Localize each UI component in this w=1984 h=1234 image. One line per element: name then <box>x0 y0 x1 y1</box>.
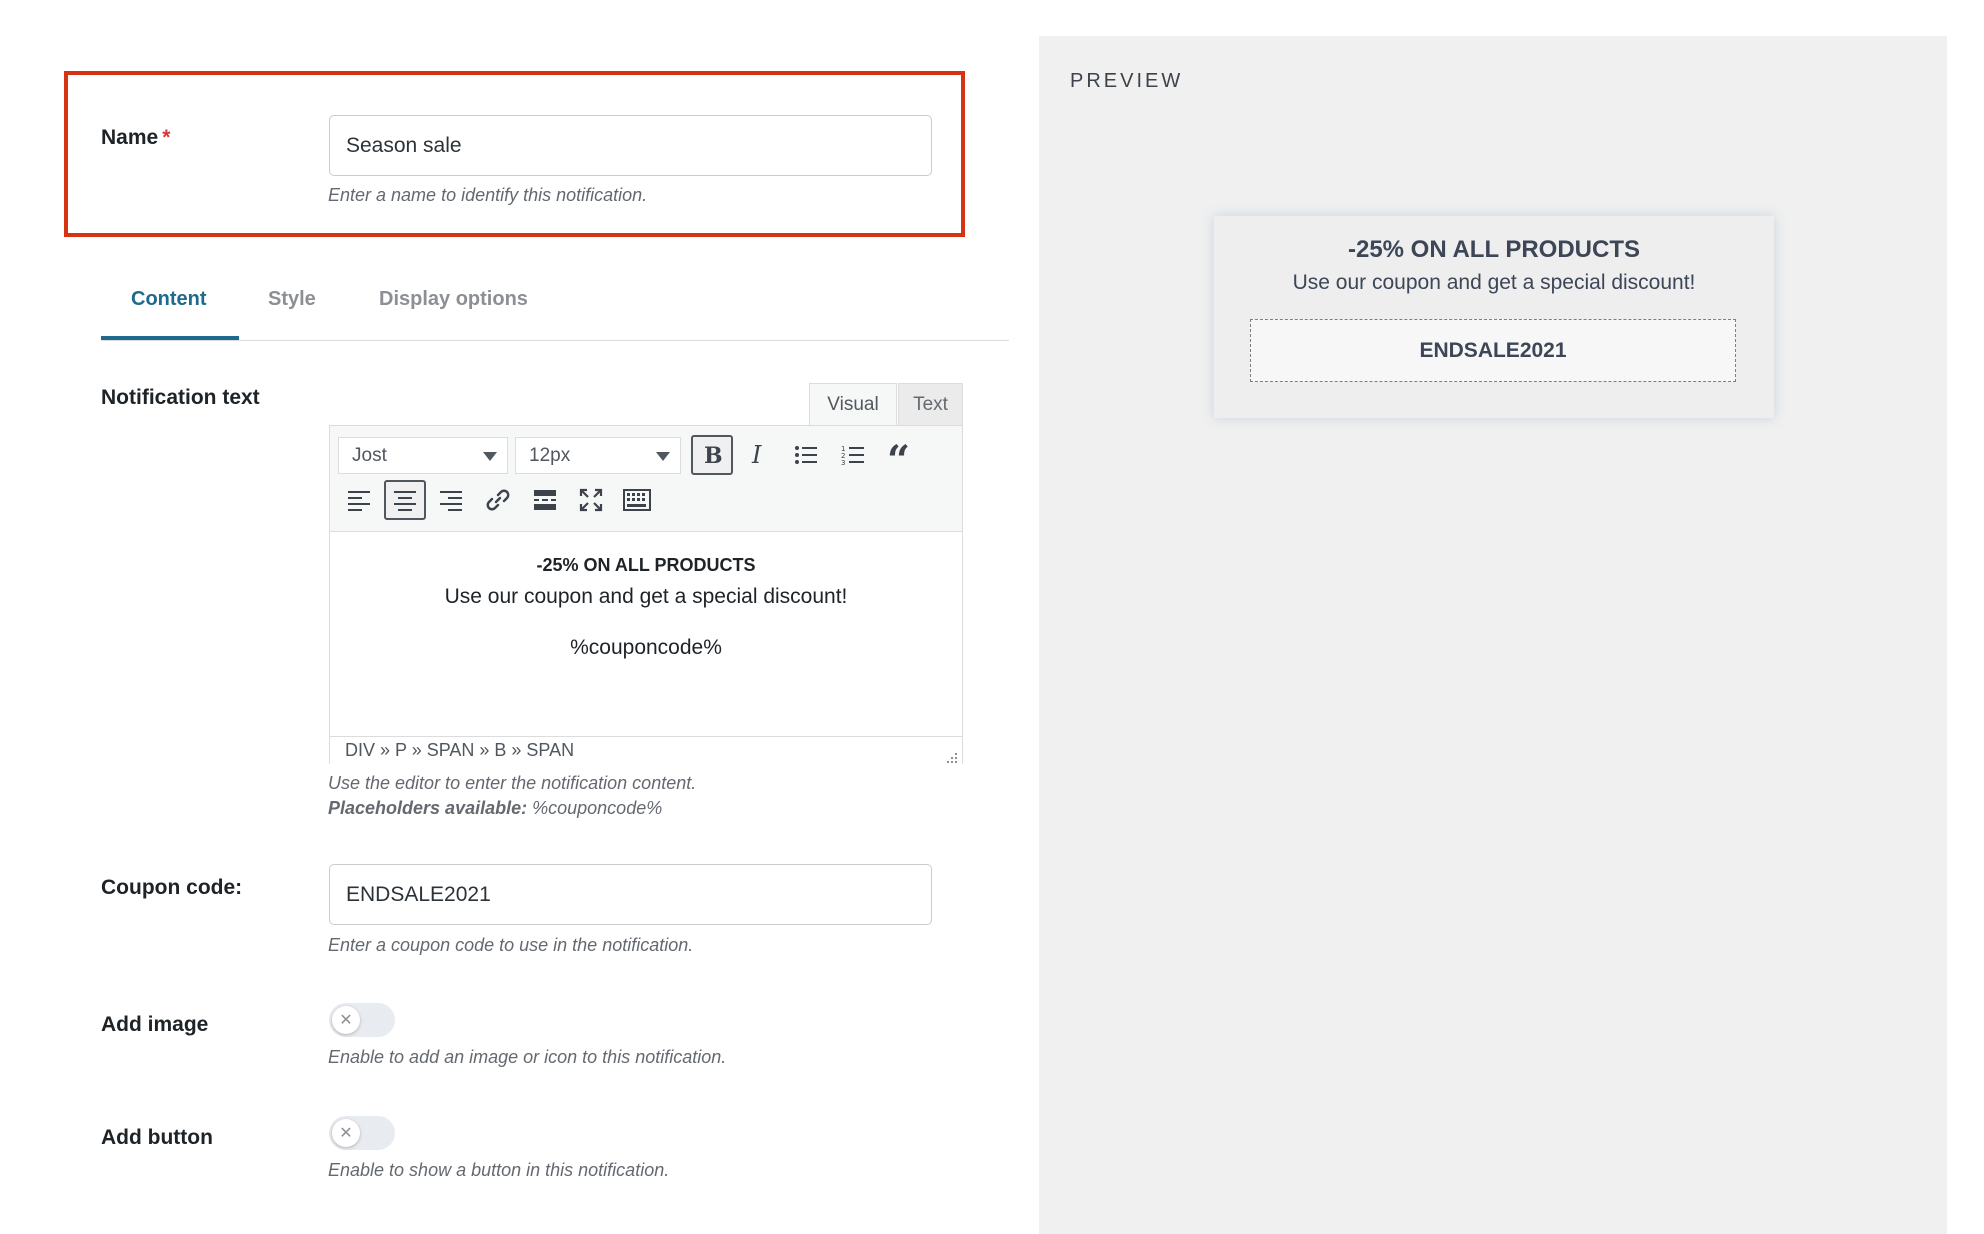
preview-heading: PREVIEW <box>1070 70 1184 92</box>
svg-text:“: “ <box>887 444 910 466</box>
chevron-down-icon <box>656 452 670 461</box>
name-hint: Enter a name to identify this notificati… <box>328 185 648 205</box>
add-button-label: Add button <box>101 1126 213 1149</box>
toolbar-toggle-button[interactable] <box>616 480 658 520</box>
align-center-icon <box>393 489 417 511</box>
fullscreen-icon <box>579 488 603 512</box>
italic-icon: I <box>748 443 770 467</box>
font-size-select[interactable]: 12px <box>515 437 681 474</box>
coupon-code-input[interactable]: ENDSALE2021 <box>329 864 932 925</box>
preview-title: -25% ON ALL PRODUCTS <box>1347 236 1641 263</box>
tab-style[interactable]: Style <box>268 288 316 311</box>
svg-text:I: I <box>751 443 762 467</box>
editor-subline: Use our coupon and get a special discoun… <box>444 585 848 608</box>
tab-content[interactable]: Content <box>131 288 207 311</box>
editor-toolbar: Jost 12px B I 123 “ <box>330 426 962 532</box>
italic-button[interactable]: I <box>738 435 780 475</box>
fullscreen-button[interactable] <box>570 480 612 520</box>
svg-text:3: 3 <box>841 459 845 466</box>
add-image-toggle[interactable]: ✕ <box>329 1003 395 1037</box>
font-family-value: Jost <box>352 444 387 466</box>
numbered-list-icon: 123 <box>841 444 865 466</box>
name-input-value: Season sale <box>346 133 462 157</box>
editor-content-area[interactable]: -25% ON ALL PRODUCTS Use our coupon and … <box>330 533 962 736</box>
link-icon <box>485 487 511 513</box>
align-right-icon <box>439 489 463 511</box>
required-marker: * <box>162 126 171 149</box>
blockquote-button[interactable]: “ <box>879 435 921 475</box>
notification-preview: -25% ON ALL PRODUCTS Use our coupon and … <box>1214 216 1774 418</box>
name-label: Name * <box>101 126 170 150</box>
close-icon: ✕ <box>332 1119 360 1147</box>
add-button-hint: Enable to show a button in this notifica… <box>328 1160 670 1180</box>
editor-headline: -25% ON ALL PRODUCTS <box>536 555 756 575</box>
editor-element-path: DIV » P » SPAN » B » SPAN <box>330 736 962 764</box>
settings-tabs: Content Style Display options <box>101 268 1009 341</box>
font-family-select[interactable]: Jost <box>338 437 508 474</box>
align-center-button[interactable] <box>384 480 426 520</box>
coupon-code-hint: Enter a coupon code to use in the notifi… <box>328 935 694 955</box>
blockquote-icon: “ <box>887 444 913 466</box>
editor-text-tab[interactable]: Text <box>898 383 963 426</box>
align-left-icon <box>347 489 371 511</box>
chevron-down-icon <box>483 452 497 461</box>
keyboard-icon <box>623 489 651 511</box>
editor-visual-tab[interactable]: Visual <box>809 383 897 426</box>
active-tab-indicator <box>101 336 239 340</box>
add-button-toggle[interactable]: ✕ <box>329 1116 395 1150</box>
coupon-code-label: Coupon code: <box>101 876 243 899</box>
read-more-icon <box>533 489 557 511</box>
close-icon: ✕ <box>332 1006 360 1034</box>
name-input[interactable]: Season sale <box>329 115 932 176</box>
coupon-code-value: ENDSALE2021 <box>346 882 491 906</box>
svg-text:B: B <box>704 443 723 467</box>
rich-text-editor: Jost 12px B I 123 “ <box>329 425 963 764</box>
tab-display-options[interactable]: Display options <box>379 288 528 311</box>
font-size-value: 12px <box>529 444 571 466</box>
bold-button[interactable]: B <box>691 435 733 475</box>
placeholders-value: %couponcode% <box>532 798 663 818</box>
editor-placeholder-line: %couponcode% <box>570 636 722 659</box>
align-right-button[interactable] <box>430 480 472 520</box>
read-more-button[interactable] <box>524 480 566 520</box>
placeholders-label: Placeholders available: <box>328 798 528 818</box>
preview-coupon-box[interactable]: ENDSALE2021 <box>1250 319 1736 382</box>
add-image-hint: Enable to add an image or icon to this n… <box>328 1047 727 1067</box>
editor-hint: Use the editor to enter the notification… <box>328 773 697 793</box>
numbered-list-button[interactable]: 123 <box>832 435 874 475</box>
placeholders-hint: Placeholders available: %couponcode% <box>328 798 662 819</box>
name-label-text: Name <box>101 126 159 149</box>
bullet-list-icon <box>794 444 818 466</box>
notification-text-label: Notification text <box>101 386 260 409</box>
add-image-label: Add image <box>101 1013 209 1036</box>
align-left-button[interactable] <box>338 480 380 520</box>
resize-handle-icon[interactable] <box>946 748 958 763</box>
preview-subtitle: Use our coupon and get a special discoun… <box>1292 271 1696 294</box>
link-button[interactable] <box>477 480 519 520</box>
element-path-text: DIV » P » SPAN » B » SPAN <box>345 740 575 760</box>
bullet-list-button[interactable] <box>785 435 827 475</box>
bold-icon: B <box>701 443 723 467</box>
